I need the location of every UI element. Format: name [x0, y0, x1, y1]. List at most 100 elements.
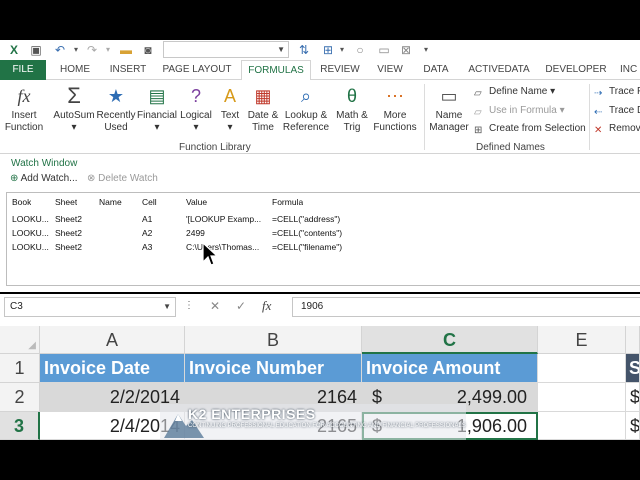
column-header-c[interactable]: C	[362, 326, 538, 354]
record-icon[interactable]: ○	[352, 42, 368, 58]
row-header-1[interactable]: 1	[0, 354, 40, 383]
tab-home[interactable]: HOME	[54, 60, 96, 80]
tab-inquire[interactable]: INC	[620, 60, 640, 80]
col-header-sheet[interactable]: Sheet	[55, 197, 77, 207]
trace-dependents-button[interactable]: ⇠Trace D	[594, 103, 640, 119]
column-header-a[interactable]: A	[40, 326, 185, 354]
chevron-down-icon: ▾	[154, 122, 160, 133]
trace-precedents-button[interactable]: ⇢Trace P	[594, 84, 640, 100]
formula-input[interactable]: 1906	[292, 297, 640, 317]
tab-file[interactable]: FILE	[0, 60, 46, 80]
watch-row-formula[interactable]: =CELL("address")	[272, 214, 340, 224]
camera-icon[interactable]: ◙	[140, 42, 156, 58]
cell-clipped-header[interactable]: S	[626, 354, 640, 383]
enter-icon[interactable]: ✓	[236, 299, 246, 313]
cell-b1[interactable]: Invoice Number	[185, 354, 362, 383]
cell-clipped[interactable]: $	[626, 383, 640, 412]
watch-window: Watch Window ⊕ Add Watch... ⊗ Delete Wat…	[0, 154, 640, 292]
col-header-formula[interactable]: Formula	[272, 197, 303, 207]
filter-dropdown-icon[interactable]: ▾	[334, 42, 350, 58]
watch-row-value[interactable]: C:\Users\Thomas...	[186, 242, 268, 252]
formula-bar-resize-handle[interactable]: ⋮	[184, 300, 194, 311]
math-trig-button[interactable]: θ Math & Trig	[334, 84, 370, 134]
watch-row-book[interactable]: LOOKU...	[12, 242, 52, 252]
watch-row-value[interactable]: 2499	[186, 228, 268, 238]
financial-book-icon: ▤	[148, 86, 166, 106]
calculator-icon[interactable]: ⊠	[398, 42, 414, 58]
use-in-formula-button[interactable]: ▱ Use in Formula ▾	[474, 103, 565, 119]
more-functions-button[interactable]: ⋯ More Functions	[372, 84, 418, 134]
watch-row-formula[interactable]: =CELL("contents")	[272, 228, 342, 238]
watch-row-book[interactable]: LOOKU...	[12, 214, 52, 224]
name-manager-button[interactable]: ▭ Name Manager	[428, 84, 470, 134]
tab-data[interactable]: DATA	[418, 60, 454, 80]
row-header-3[interactable]: 3	[0, 412, 40, 440]
tab-developer[interactable]: DEVELOPER	[544, 60, 608, 80]
watch-row-book[interactable]: LOOKU...	[12, 228, 52, 238]
undo-dropdown-icon[interactable]: ▾	[68, 42, 84, 58]
watch-row-value[interactable]: '[LOOKUP Examp...	[186, 214, 268, 224]
tab-activedata[interactable]: ACTIVEDATA	[464, 60, 534, 80]
date-time-button[interactable]: ▦ Date & Time	[246, 84, 280, 134]
watch-row-formula[interactable]: =CELL("filename")	[272, 242, 342, 252]
watch-row-sheet[interactable]: Sheet2	[55, 242, 82, 252]
column-header-b[interactable]: B	[185, 326, 362, 354]
cell-e1[interactable]	[538, 354, 626, 383]
chevron-down-icon[interactable]: ▼	[163, 298, 171, 316]
tab-page-layout[interactable]: PAGE LAYOUT	[158, 60, 236, 80]
trace-dependents-icon: ⇠	[594, 107, 603, 118]
name-box-value: C3	[10, 301, 23, 312]
logical-button[interactable]: ? Logical ▾	[178, 84, 214, 134]
cell-e2[interactable]	[538, 383, 626, 412]
sort-icon[interactable]: ⇅	[296, 42, 312, 58]
watch-row-sheet[interactable]: Sheet2	[55, 228, 82, 238]
cancel-icon[interactable]: ✕	[210, 299, 220, 313]
cell-clipped[interactable]: $	[626, 412, 640, 440]
name-box[interactable]: C3 ▼	[4, 297, 176, 317]
col-header-value[interactable]: Value	[186, 197, 207, 207]
cell-a1[interactable]: Invoice Date	[40, 354, 185, 383]
col-header-book[interactable]: Book	[12, 197, 31, 207]
create-from-selection-button[interactable]: ⊞ Create from Selection	[474, 121, 586, 137]
add-watch-button[interactable]: ⊕ Add Watch...	[10, 173, 78, 184]
row-header-2[interactable]: 2	[0, 383, 40, 412]
col-header-cell[interactable]: Cell	[142, 197, 157, 207]
insert-function-icon[interactable]: fx	[262, 298, 271, 314]
remove-arrows-button[interactable]: ✕ Remov	[594, 121, 640, 137]
recently-used-button[interactable]: ★ Recently Used	[96, 84, 136, 134]
financial-button[interactable]: ▤ Financial ▾	[136, 84, 178, 134]
save-icon[interactable]: ▣	[28, 42, 44, 58]
column-header-clipped[interactable]	[626, 326, 640, 354]
form-icon[interactable]: ▭	[376, 42, 392, 58]
chevron-down-icon[interactable]: ▼	[277, 42, 285, 57]
insert-function-button[interactable]: fx Insert Function	[4, 84, 44, 134]
tag-icon: ▱	[474, 88, 482, 99]
tab-insert[interactable]: INSERT	[106, 60, 150, 80]
autosum-button[interactable]: Σ AutoSum ▾	[52, 84, 96, 134]
tab-view[interactable]: VIEW	[372, 60, 408, 80]
watch-row-cell[interactable]: A1	[142, 214, 152, 224]
watch-row-sheet[interactable]: Sheet2	[55, 214, 82, 224]
text-button[interactable]: A Text ▾	[216, 84, 244, 134]
lookup-reference-button[interactable]: ⌕ Lookup & Reference	[282, 84, 330, 134]
theta-book-icon: θ	[346, 86, 357, 106]
calendar-icon: ▦	[254, 86, 272, 106]
watch-row-cell[interactable]: A3	[142, 242, 152, 252]
col-header-name[interactable]: Name	[99, 197, 122, 207]
cell-e3[interactable]	[538, 412, 626, 440]
column-header-e[interactable]: E	[538, 326, 626, 354]
redo-icon[interactable]: ↷	[84, 42, 100, 58]
tab-formulas[interactable]: FORMULAS	[241, 60, 311, 81]
cell-c1[interactable]: Invoice Amount	[362, 354, 538, 383]
qat-combo-box[interactable]: ▼	[163, 41, 289, 58]
delete-watch-button[interactable]: ⊗ Delete Watch	[87, 173, 158, 184]
watch-row-cell[interactable]: A2	[142, 228, 152, 238]
open-folder-icon[interactable]: ▬	[118, 42, 134, 58]
customize-qat-icon[interactable]: ▾	[418, 42, 434, 58]
undo-icon[interactable]: ↶	[52, 42, 68, 58]
select-all-corner[interactable]: ◢	[0, 326, 40, 354]
redo-dropdown-icon[interactable]: ▾	[100, 42, 116, 58]
define-name-button[interactable]: ▱ Define Name ▾	[474, 84, 555, 100]
tab-review[interactable]: REVIEW	[318, 60, 362, 80]
watch-list[interactable]: Book Sheet Name Cell Value Formula LOOKU…	[6, 192, 640, 286]
